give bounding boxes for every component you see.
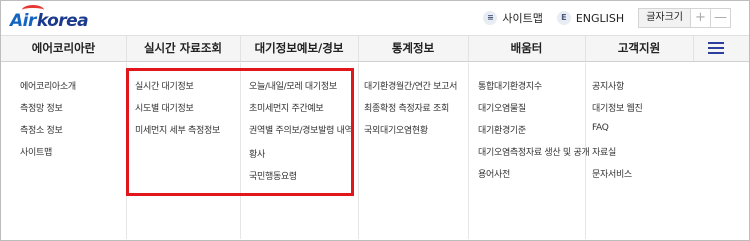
column-divider — [358, 63, 359, 239]
font-size-increase-button[interactable]: + — [691, 8, 711, 28]
nav-item-forecast[interactable]: 대기정보예보/경보 — [240, 36, 358, 61]
highlight-box — [126, 68, 354, 196]
nav-item-about[interactable]: 에어코리아란 — [1, 36, 126, 61]
menu-link[interactable]: 에어코리아소개 — [20, 79, 76, 92]
hamburger-menu-icon[interactable] — [708, 42, 724, 55]
menu-link[interactable]: 대기오염측정자료 생산 및 공개 — [478, 145, 590, 158]
menu-link[interactable]: 대기환경기준 — [478, 123, 526, 136]
nav-item-support[interactable]: 고객지원 — [585, 36, 693, 61]
menu-link[interactable]: 사이트맵 — [20, 145, 52, 158]
airkorea-logo[interactable]: Air korea — [10, 5, 89, 31]
menu-link[interactable]: 측정망 정보 — [20, 101, 63, 114]
menu-link[interactable]: 공지사항 — [592, 79, 624, 92]
menu-link[interactable]: 대기환경월간/연간 보고서 — [364, 79, 457, 92]
english-link[interactable]: E ENGLISH — [556, 11, 625, 25]
menu-link[interactable]: 용어사전 — [478, 167, 510, 180]
column-divider — [468, 63, 469, 239]
utility-links: ≡ 사이트맵 E ENGLISH 글자크기 + — — [483, 8, 749, 28]
sitemap-icon: ≡ — [483, 11, 498, 25]
logo-swoosh-icon — [22, 5, 44, 15]
nav-item-statistics[interactable]: 통계정보 — [358, 36, 468, 61]
logo-text-korea: korea — [36, 11, 89, 31]
top-bar: Air korea ≡ 사이트맵 E ENGLISH 글자크기 + — — [1, 1, 749, 35]
menu-link[interactable]: FAQ — [592, 123, 609, 133]
nav-divider — [693, 36, 694, 61]
menu-link[interactable]: 대기오염물질 — [478, 101, 526, 114]
main-nav: 에어코리아란 실시간 자료조회 대기정보예보/경보 통계정보 배움터 고객지원 — [1, 35, 749, 62]
english-icon: E — [556, 11, 571, 25]
menu-link[interactable]: 자료실 — [592, 145, 616, 158]
menu-link[interactable]: 최종확정 측정자료 조회 — [364, 101, 449, 114]
menu-link[interactable]: 측정소 정보 — [20, 123, 63, 136]
menu-link[interactable]: 국외대기오염현황 — [364, 123, 428, 136]
menu-link[interactable]: 대기정보 웹진 — [592, 101, 643, 114]
nav-item-realtime[interactable]: 실시간 자료조회 — [126, 36, 240, 61]
font-size-label: 글자크기 — [638, 8, 691, 28]
font-size-control: 글자크기 + — — [638, 8, 731, 28]
menu-link[interactable]: 문자서비스 — [592, 167, 632, 180]
font-size-decrease-button[interactable]: — — [711, 8, 731, 28]
english-label: ENGLISH — [575, 11, 625, 25]
nav-item-learning[interactable]: 배움터 — [468, 36, 585, 61]
sitemap-label: 사이트맵 — [502, 12, 543, 25]
sitemap-link[interactable]: ≡ 사이트맵 — [483, 10, 543, 26]
menu-link[interactable]: 통합대기환경지수 — [478, 79, 542, 92]
